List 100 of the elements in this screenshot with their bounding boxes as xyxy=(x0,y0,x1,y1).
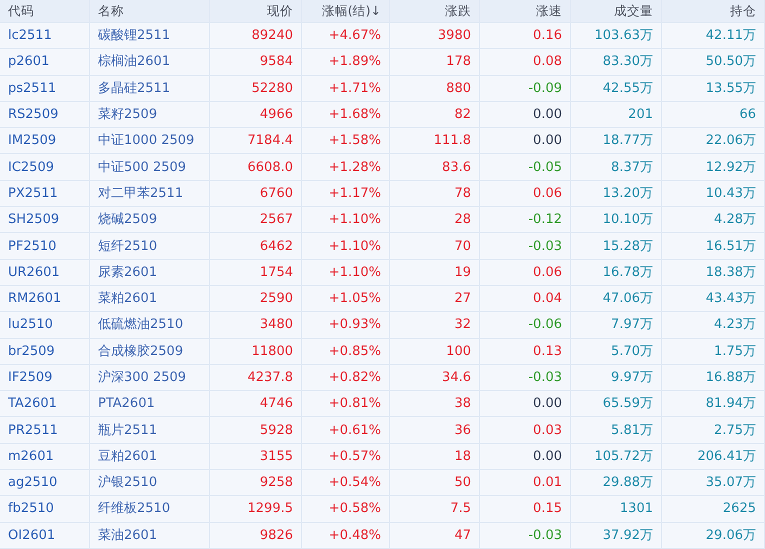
column-header[interactable]: 现价 xyxy=(210,0,302,23)
contract-code-cell: lu2510 xyxy=(0,312,90,339)
change-percent-cell: +0.57% xyxy=(302,444,390,470)
volume-cell: 18.77万 xyxy=(571,128,662,154)
speed-cell: 0.00 xyxy=(480,128,571,154)
contract-code-cell: RS2509 xyxy=(0,102,90,128)
open-interest-cell: 29.06万 xyxy=(662,522,765,549)
contract-name-cell: 多晶硅2511 xyxy=(90,76,210,102)
open-interest-cell: 66 xyxy=(662,102,765,128)
change-percent-cell: +1.17% xyxy=(302,180,390,208)
change-cell: 100 xyxy=(390,338,480,365)
change-cell: 34.6 xyxy=(390,364,480,392)
speed-cell: 0.13 xyxy=(480,338,571,365)
price-cell: 3480 xyxy=(210,312,302,339)
contract-name-cell: 烧碱2509 xyxy=(90,207,210,234)
price-cell: 2590 xyxy=(210,286,302,312)
open-interest-cell: 81.94万 xyxy=(662,391,765,418)
column-header[interactable]: 涨幅(结)↓ xyxy=(302,0,390,23)
change-percent-cell: +1.71% xyxy=(302,76,390,102)
column-header[interactable]: 名称 xyxy=(90,0,210,23)
change-percent-cell: +0.85% xyxy=(302,338,390,365)
change-cell: 70 xyxy=(390,233,480,260)
change-percent-cell: +0.61% xyxy=(302,417,390,444)
open-interest-cell: 2625 xyxy=(662,496,765,523)
change-percent-cell: +0.82% xyxy=(302,364,390,392)
change-cell: 28 xyxy=(390,207,480,234)
price-cell: 9584 xyxy=(210,49,302,76)
volume-cell: 83.30万 xyxy=(571,49,662,76)
change-cell: 880 xyxy=(390,76,480,102)
column-header[interactable]: 涨跌 xyxy=(390,0,480,23)
column-header[interactable]: 持仓 xyxy=(662,0,765,23)
contract-code-cell: br2509 xyxy=(0,338,90,365)
change-cell: 7.5 xyxy=(390,496,480,523)
price-cell: 7184.4 xyxy=(210,128,302,154)
contract-name-cell: 菜粕2601 xyxy=(90,286,210,312)
change-cell: 18 xyxy=(390,444,480,470)
speed-cell: -0.03 xyxy=(480,364,571,392)
speed-cell: -0.03 xyxy=(480,522,571,549)
volume-cell: 16.78万 xyxy=(571,260,662,286)
volume-cell: 10.10万 xyxy=(571,207,662,234)
change-percent-cell: +1.68% xyxy=(302,102,390,128)
speed-cell: -0.03 xyxy=(480,233,571,260)
change-percent-cell: +0.58% xyxy=(302,496,390,523)
contract-name-cell: 碳酸锂2511 xyxy=(90,23,210,50)
column-header[interactable]: 涨速 xyxy=(480,0,571,23)
volume-cell: 1301 xyxy=(571,496,662,523)
change-percent-cell: +1.10% xyxy=(302,260,390,286)
speed-cell: -0.05 xyxy=(480,154,571,181)
speed-cell: 0.08 xyxy=(480,49,571,76)
price-cell: 9258 xyxy=(210,470,302,496)
speed-cell: 0.06 xyxy=(480,180,571,208)
change-percent-cell: +1.28% xyxy=(302,154,390,181)
speed-cell: -0.12 xyxy=(480,207,571,234)
column-header[interactable]: 成交量 xyxy=(571,0,662,23)
change-percent-cell: +1.10% xyxy=(302,233,390,260)
contract-name-cell: 短纤2510 xyxy=(90,233,210,260)
price-cell: 89240 xyxy=(210,23,302,50)
contract-name-cell: 沪深300 2509 xyxy=(90,364,210,392)
price-cell: 4237.8 xyxy=(210,364,302,392)
contract-code-cell: PF2510 xyxy=(0,233,90,260)
contract-code-cell: lc2511 xyxy=(0,23,90,50)
change-percent-cell: +0.48% xyxy=(302,522,390,549)
contract-name-cell: 纤维板2510 xyxy=(90,496,210,523)
contract-code-cell: PX2511 xyxy=(0,180,90,208)
open-interest-cell: 1.75万 xyxy=(662,338,765,365)
volume-cell: 15.28万 xyxy=(571,233,662,260)
volume-cell: 5.81万 xyxy=(571,417,662,444)
speed-cell: 0.03 xyxy=(480,417,571,444)
change-percent-cell: +1.89% xyxy=(302,49,390,76)
speed-cell: 0.06 xyxy=(480,260,571,286)
contract-code-cell: fb2510 xyxy=(0,496,90,523)
change-cell: 36 xyxy=(390,417,480,444)
price-cell: 2567 xyxy=(210,207,302,234)
contract-code-cell: PR2511 xyxy=(0,417,90,444)
change-cell: 50 xyxy=(390,470,480,496)
open-interest-cell: 43.43万 xyxy=(662,286,765,312)
contract-name-cell: 豆粕2601 xyxy=(90,444,210,470)
column-header[interactable]: 代码 xyxy=(0,0,90,23)
contract-code-cell: ag2510 xyxy=(0,470,90,496)
contract-name-cell: 中证1000 2509 xyxy=(90,128,210,154)
volume-cell: 29.88万 xyxy=(571,470,662,496)
contract-code-cell: p2601 xyxy=(0,49,90,76)
volume-cell: 9.97万 xyxy=(571,364,662,392)
price-cell: 3155 xyxy=(210,444,302,470)
change-cell: 83.6 xyxy=(390,154,480,181)
speed-cell: -0.06 xyxy=(480,312,571,339)
volume-cell: 47.06万 xyxy=(571,286,662,312)
change-cell: 78 xyxy=(390,180,480,208)
contract-name-cell: 棕榈油2601 xyxy=(90,49,210,76)
change-percent-cell: +1.58% xyxy=(302,128,390,154)
contract-name-cell: 瓶片2511 xyxy=(90,417,210,444)
contract-code-cell: SH2509 xyxy=(0,207,90,234)
change-cell: 178 xyxy=(390,49,480,76)
open-interest-cell: 16.88万 xyxy=(662,364,765,392)
price-cell: 6760 xyxy=(210,180,302,208)
contract-name-cell: 低硫燃油2510 xyxy=(90,312,210,339)
volume-cell: 103.63万 xyxy=(571,23,662,50)
price-cell: 4966 xyxy=(210,102,302,128)
open-interest-cell: 206.41万 xyxy=(662,444,765,470)
open-interest-cell: 4.28万 xyxy=(662,207,765,234)
